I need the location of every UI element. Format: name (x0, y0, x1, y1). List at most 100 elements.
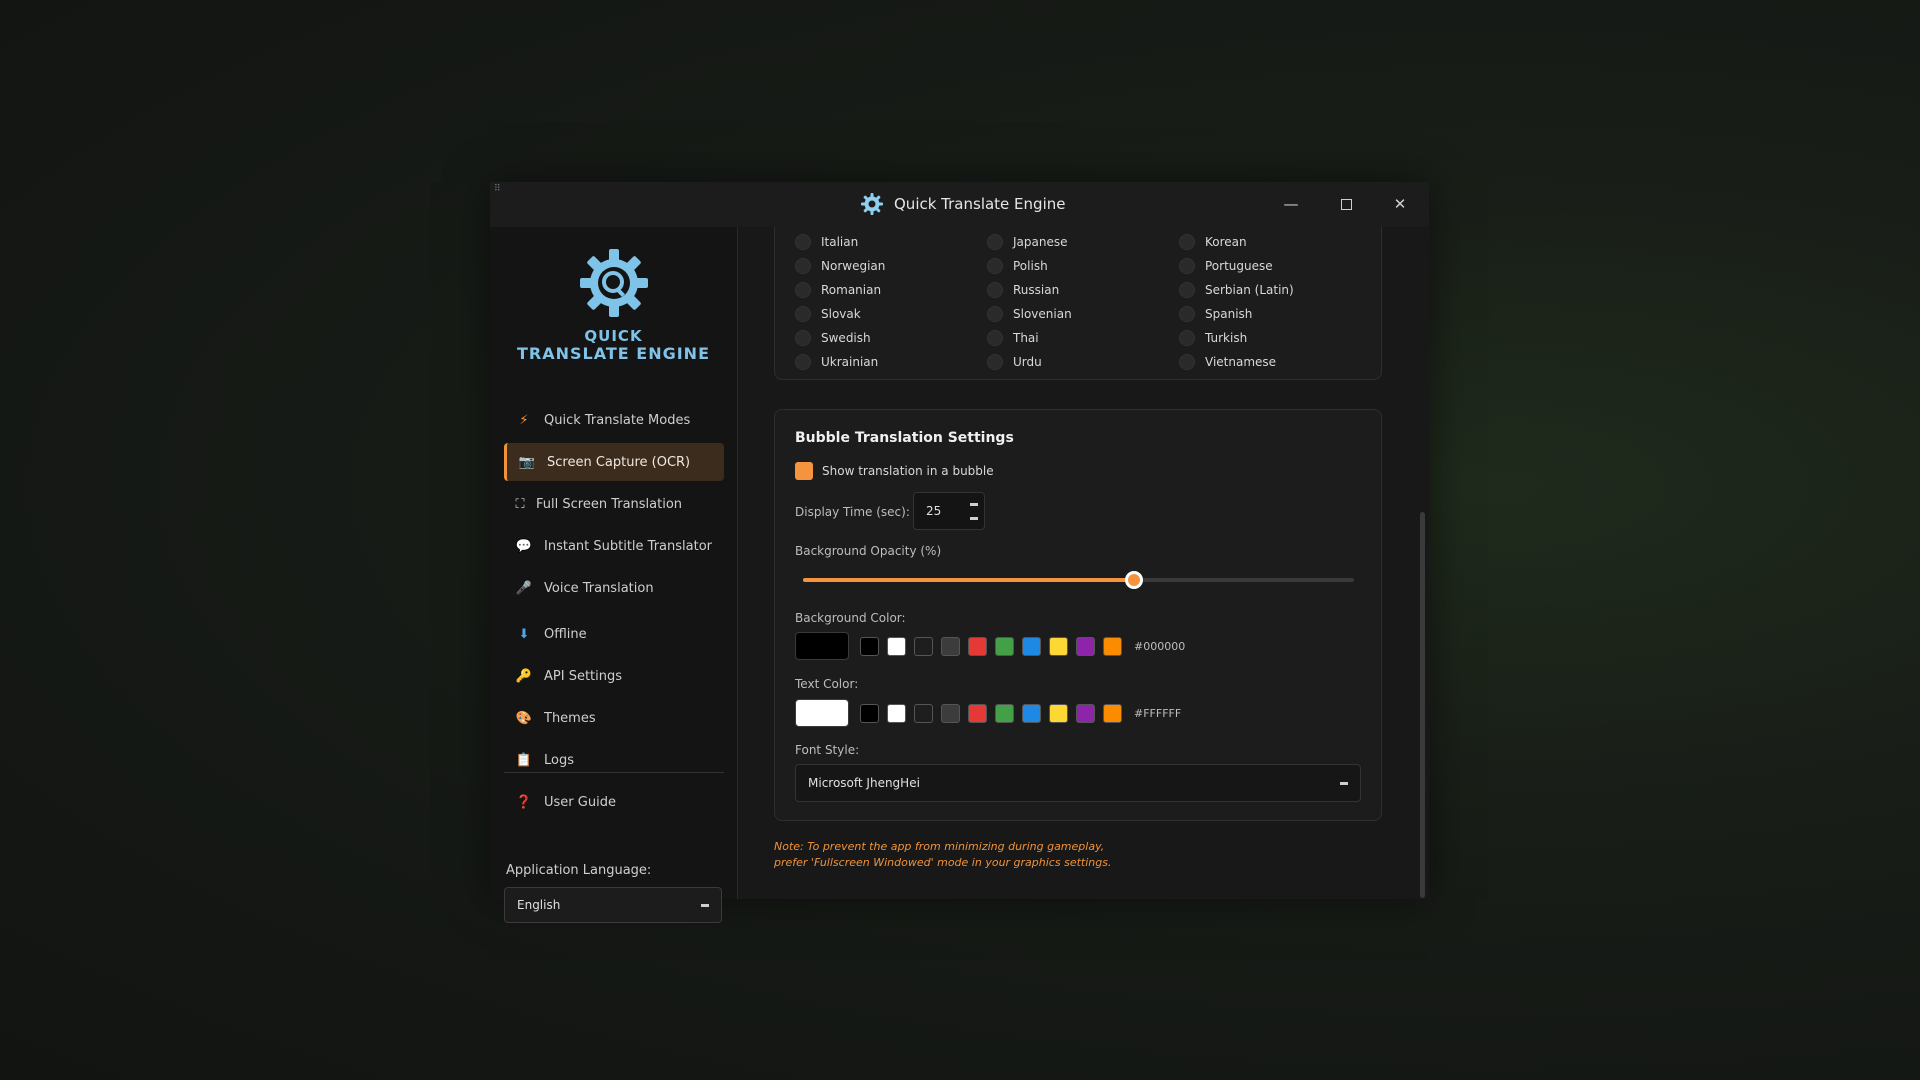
main-scrollbar[interactable] (1420, 512, 1425, 898)
radio-button[interactable] (795, 234, 811, 250)
title-bar[interactable]: ⠿ Quick Translate Engine — ✕ (490, 182, 1429, 227)
radio-button[interactable] (795, 330, 811, 346)
radio-button[interactable] (987, 258, 1003, 274)
bg-color-swatch[interactable] (914, 636, 933, 656)
close-button[interactable]: ✕ (1380, 190, 1420, 218)
nav-instant-subtitle-translator[interactable]: 💬 Instant Subtitle Translator (504, 527, 724, 565)
text-color-swatch[interactable] (968, 703, 987, 723)
nav-full-screen-translation[interactable]: ⛶ Full Screen Translation (504, 485, 724, 523)
bg-color-swatch[interactable] (1076, 636, 1095, 656)
bg-color-swatch[interactable] (1103, 636, 1122, 656)
font-style-select[interactable]: Microsoft JhengHei (795, 764, 1361, 802)
language-option[interactable]: Thai (987, 330, 1039, 346)
radio-button[interactable] (987, 354, 1003, 370)
opacity-slider-thumb[interactable] (1124, 571, 1143, 589)
text-color-swatch[interactable] (1103, 703, 1122, 723)
show-bubble-checkbox[interactable] (795, 462, 813, 480)
radio-button[interactable] (987, 282, 1003, 298)
text-color-swatch[interactable] (995, 703, 1014, 723)
language-option[interactable]: Russian (987, 282, 1059, 298)
radio-button[interactable] (987, 306, 1003, 322)
radio-button[interactable] (1179, 330, 1195, 346)
nav-label: User Guide (544, 794, 616, 810)
nav-api-settings[interactable]: 🔑 API Settings (504, 657, 724, 695)
text-color-swatch[interactable] (914, 703, 933, 723)
language-label: Slovak (821, 307, 861, 321)
radio-button[interactable] (795, 258, 811, 274)
text-color-preview[interactable] (795, 699, 849, 727)
note-line-2: prefer 'Fullscreen Windowed' mode in you… (774, 856, 1112, 869)
opacity-label: Background Opacity (%) (795, 544, 942, 558)
resize-grip-icon[interactable]: ⠿ (494, 184, 501, 194)
nav-logs[interactable]: 📋 Logs (504, 741, 724, 779)
brand-name-line1: QUICK (584, 327, 643, 345)
nav-voice-translation[interactable]: 🎤 Voice Translation (504, 569, 724, 607)
radio-button[interactable] (1179, 234, 1195, 250)
language-option[interactable]: Korean (1179, 234, 1247, 250)
maximize-button[interactable] (1326, 190, 1366, 218)
show-bubble-row[interactable]: Show translation in a bubble (795, 462, 994, 480)
bg-color-preview[interactable] (795, 632, 849, 660)
text-color-swatch[interactable] (941, 703, 960, 723)
radio-button[interactable] (987, 234, 1003, 250)
bg-color-swatch[interactable] (941, 636, 960, 656)
nav-offline[interactable]: ⬇ Offline (504, 615, 724, 653)
app-language-select[interactable]: English (504, 887, 722, 923)
text-color-swatch[interactable] (1049, 703, 1068, 723)
language-label: Turkish (1205, 331, 1248, 345)
language-option[interactable]: Slovenian (987, 306, 1072, 322)
text-color-swatch[interactable] (860, 703, 879, 723)
radio-button[interactable] (795, 282, 811, 298)
language-option[interactable]: Turkish (1179, 330, 1247, 346)
radio-button[interactable] (1179, 354, 1195, 370)
bg-color-swatch[interactable] (1049, 636, 1068, 656)
bg-color-swatch[interactable] (860, 636, 879, 656)
bubble-settings-card: Bubble Translation Settings Show transla… (774, 409, 1382, 821)
nav-quick-translate-modes[interactable]: ⚡ Quick Translate Modes (504, 401, 724, 439)
bg-color-swatch[interactable] (887, 636, 906, 656)
language-option[interactable]: Swedish (795, 330, 871, 346)
display-time-stepper[interactable]: 25 (913, 492, 985, 530)
language-label: Vietnamese (1205, 355, 1277, 369)
language-option[interactable]: Urdu (987, 354, 1042, 370)
language-option[interactable]: Norwegian (795, 258, 885, 274)
language-option[interactable]: Vietnamese (1179, 354, 1276, 370)
language-option[interactable]: Italian (795, 234, 858, 250)
language-option[interactable]: Ukrainian (795, 354, 878, 370)
radio-button[interactable] (1179, 258, 1195, 274)
language-option[interactable]: Polish (987, 258, 1048, 274)
language-option[interactable]: Portuguese (1179, 258, 1273, 274)
language-option[interactable]: Serbian (Latin) (1179, 282, 1294, 298)
nav-themes[interactable]: 🎨 Themes (504, 699, 724, 737)
language-option[interactable]: Japanese (987, 234, 1068, 250)
language-option[interactable]: Spanish (1179, 306, 1252, 322)
radio-button[interactable] (795, 354, 811, 370)
nav-user-guide[interactable]: ❓ User Guide (504, 783, 724, 821)
text-color-swatch[interactable] (1076, 703, 1095, 723)
text-color-swatch[interactable] (887, 703, 906, 723)
bg-color-swatch[interactable] (1022, 636, 1041, 656)
nav-label: Offline (544, 626, 587, 642)
bg-color-swatch[interactable] (995, 636, 1014, 656)
radio-button[interactable] (795, 306, 811, 322)
radio-button[interactable] (1179, 306, 1195, 322)
nav-screen-capture-ocr[interactable]: 📷 Screen Capture (OCR) (504, 443, 724, 481)
radio-button[interactable] (987, 330, 1003, 346)
bg-color-swatch[interactable] (968, 636, 987, 656)
language-option[interactable]: Romanian (795, 282, 881, 298)
text-color-row: #FFFFFF (795, 699, 1181, 727)
brand-logo-icon (580, 249, 648, 317)
language-label: Thai (1013, 331, 1039, 345)
decrement-icon[interactable] (970, 517, 978, 520)
language-option[interactable]: Slovak (795, 306, 861, 322)
opacity-slider[interactable] (803, 571, 1354, 589)
increment-icon[interactable] (970, 503, 978, 506)
nav-label: Full Screen Translation (536, 496, 683, 512)
radio-button[interactable] (1179, 282, 1195, 298)
font-style-label: Font Style: (795, 743, 860, 757)
bg-color-hex-value: #000000 (1134, 639, 1186, 653)
text-color-swatch[interactable] (1022, 703, 1041, 723)
language-list-card: Italian Japanese Korean Norwegian Polish Port… (774, 227, 1382, 380)
show-bubble-label: Show translation in a bubble (822, 464, 994, 478)
minimize-button[interactable]: — (1271, 190, 1311, 218)
